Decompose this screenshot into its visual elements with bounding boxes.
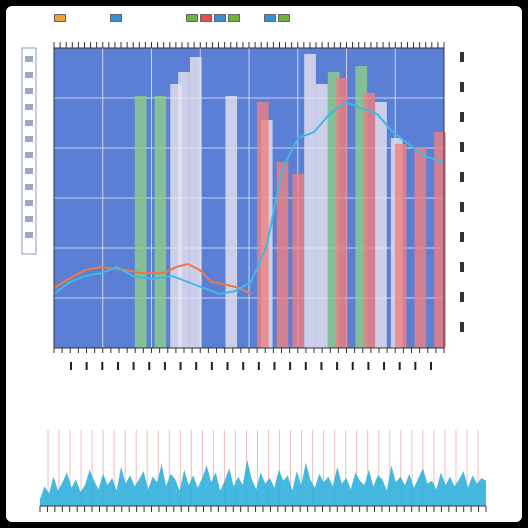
right-axis-mark [460,232,464,242]
y-axis-glyph [25,152,33,158]
x-tick-mark [132,362,135,370]
x-tick-mark [257,362,260,370]
x-tick-mark [383,362,386,370]
legend-group [264,14,290,22]
y-axis-label-strip [21,47,37,255]
bottom-chart [39,430,487,512]
right-axis-mark [460,142,464,152]
right-axis-mark [460,292,464,302]
bar [134,96,147,348]
bar [394,144,407,348]
right-axis-mark [460,82,464,92]
x-tick-mark [320,362,323,370]
bar [189,57,202,348]
x-tick-mark [148,362,151,370]
bar [292,174,305,348]
legend-swatch [54,14,66,22]
y-axis-glyph [25,168,33,174]
y-axis-glyph [25,232,33,238]
x-tick-mark [210,362,213,370]
area-series [40,459,486,506]
right-axis-mark [460,112,464,122]
x-tick-mark [85,362,88,370]
legend-swatch [214,14,226,22]
bar [154,96,167,348]
bar [414,147,427,348]
right-axis-mark [460,172,464,182]
bar [225,96,238,348]
legend-swatch [200,14,212,22]
y-axis-glyph [25,216,33,222]
x-tick-mark [101,362,104,370]
legend-group [110,14,122,22]
figure-frame [6,6,522,522]
y-axis-glyph [25,200,33,206]
x-tick-mark [289,362,292,370]
x-tick-mark [430,362,432,370]
legend-swatch [264,14,276,22]
x-tick-mark [163,362,166,370]
x-tick-mark [273,362,276,370]
y-axis-glyph [25,120,33,126]
bar [375,102,387,348]
x-tick-mark [367,362,370,370]
x-tick-mark [70,362,72,370]
right-axis-mark [460,322,464,332]
legend-swatch [228,14,240,22]
y-axis-glyph [25,184,33,190]
right-axis-mark [460,52,464,62]
bar [304,54,316,348]
legend-swatch [110,14,122,22]
y-axis-glyph [25,136,33,142]
x-tick-mark [226,362,229,370]
x-tick-mark [195,362,198,370]
y-axis-glyph [25,72,33,78]
legend-swatch [186,14,198,22]
x-tick-mark [179,362,182,370]
x-tick-mark [304,362,307,370]
legend-group [186,14,240,22]
x-tick-mark [336,362,339,370]
right-axis-mark [460,202,464,212]
bar [363,93,376,348]
y-axis-glyph [25,104,33,110]
legend-group [54,14,66,22]
bar [256,102,269,348]
x-tick-mark [414,362,417,370]
x-tick-mark [398,362,401,370]
top-chart [21,42,464,370]
x-tick-mark [351,362,354,370]
right-axis-mark [460,262,464,272]
x-tick-mark [242,362,245,370]
bar [178,72,190,348]
legend-swatch [278,14,290,22]
bar [335,78,348,348]
x-tick-mark [116,362,119,370]
y-axis-glyph [25,88,33,94]
y-axis-glyph [25,56,33,62]
